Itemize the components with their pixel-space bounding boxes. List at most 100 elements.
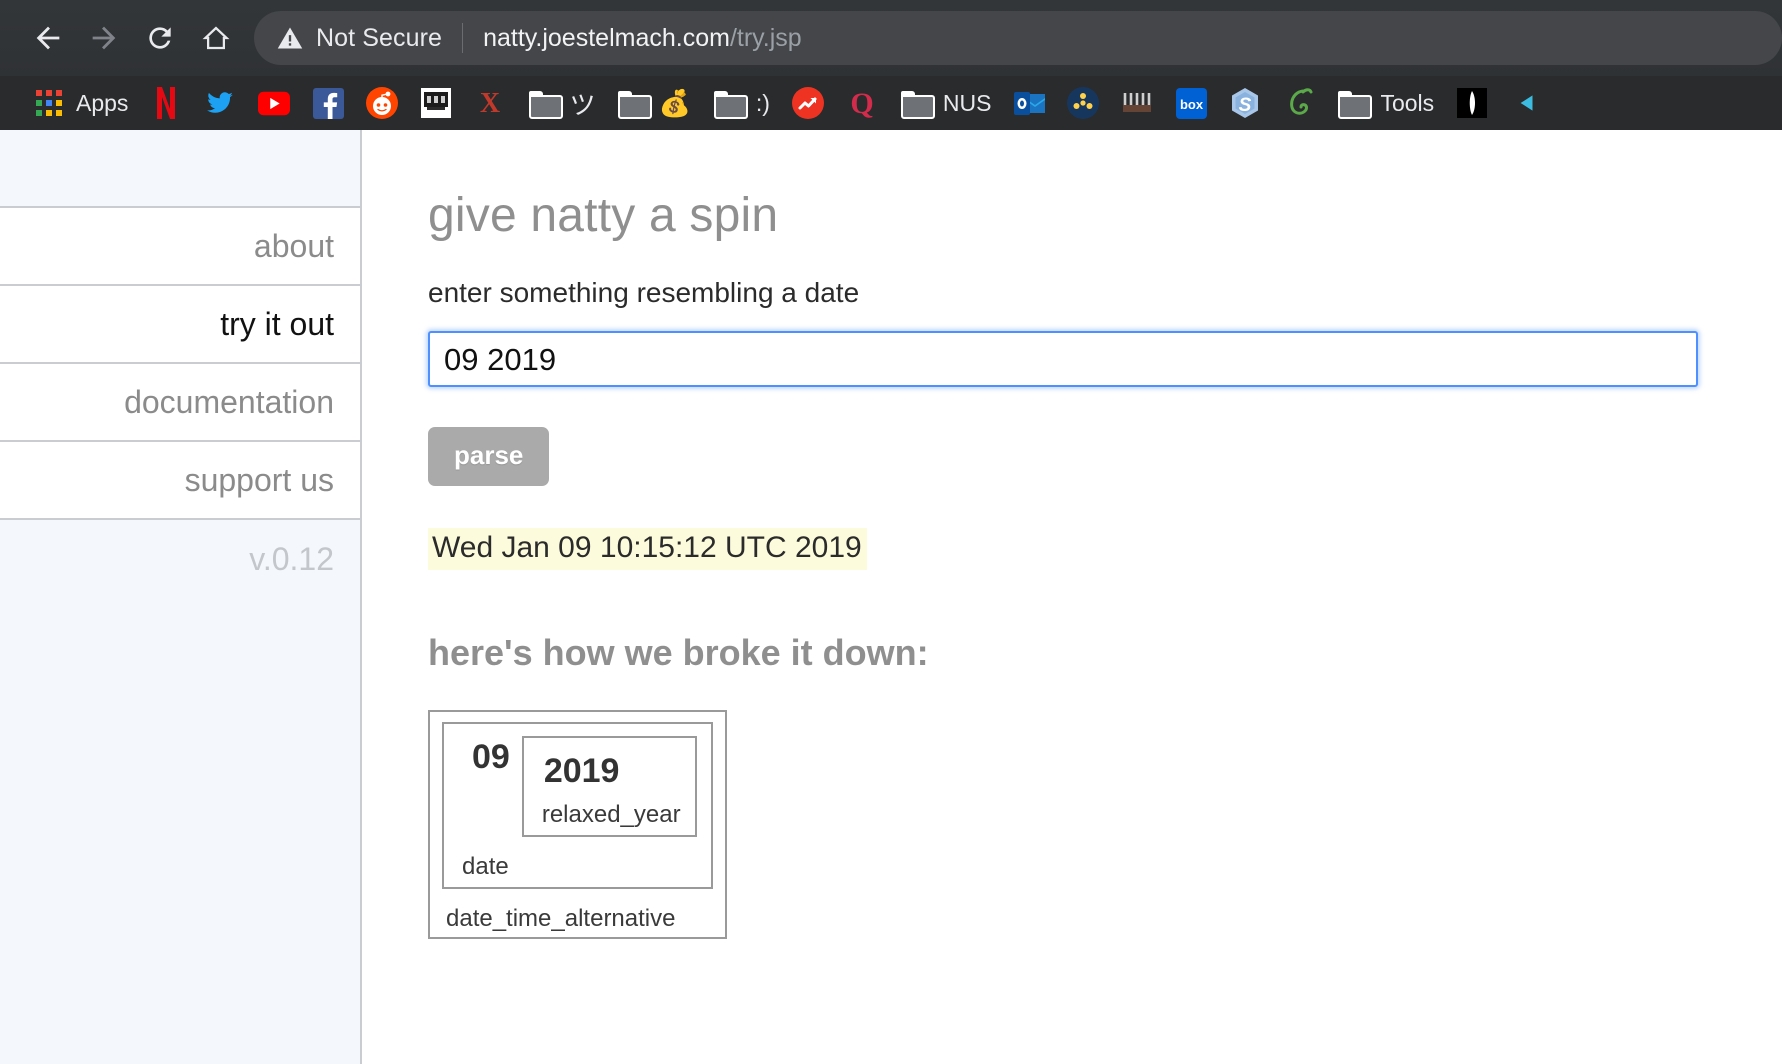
- main-content: give natty a spin enter something resemb…: [362, 130, 1782, 1064]
- address-bar[interactable]: Not Secure natty.joestelmach.com/try.jsp: [254, 11, 1782, 65]
- back-arrow-icon: [36, 26, 60, 50]
- home-icon: [202, 26, 230, 50]
- sidebar-top-spacer: [0, 130, 360, 208]
- bookmark-buzzfeed[interactable]: [781, 83, 835, 123]
- input-prompt-label: enter something resembling a date: [428, 277, 860, 308]
- forward-arrow-icon: [92, 26, 116, 50]
- evernote-icon: [1283, 87, 1315, 119]
- bookmark-dark-app[interactable]: [1445, 83, 1499, 123]
- bookmark-skype[interactable]: S: [1218, 83, 1272, 123]
- bookmark-folder-tsu[interactable]: ツ: [517, 83, 606, 123]
- tree-node-date: 09 2019 relaxed_year date: [442, 722, 713, 889]
- reload-button[interactable]: [132, 10, 188, 66]
- bookmark-label: NUS: [942, 89, 992, 116]
- url-host: natty.joestelmach.com: [483, 23, 730, 52]
- youtube-icon: [258, 87, 291, 119]
- bookmark-box[interactable]: box: [1164, 83, 1218, 123]
- omnibox-divider: [462, 23, 464, 53]
- x-letter-icon: X: [474, 87, 506, 119]
- warning-triangle-icon: [276, 24, 304, 52]
- sidebar-nav: about try it out documentation support u…: [0, 130, 362, 1064]
- tree-label-date: date: [462, 853, 509, 880]
- crescent-icon: [1456, 87, 1488, 119]
- quora-q-icon: Q: [846, 87, 878, 119]
- bookmark-youtube[interactable]: [247, 83, 301, 123]
- bookmark-label: Tools: [1380, 89, 1435, 116]
- folder-icon: [528, 87, 564, 119]
- sidebar-version-label: v.0.12: [0, 520, 360, 598]
- browser-chrome: Not Secure natty.joestelmach.com/try.jsp…: [0, 0, 1782, 130]
- bookmark-apps[interactable]: Apps: [22, 83, 139, 123]
- folder-icon: [617, 87, 653, 119]
- skype-icon: S: [1229, 87, 1261, 119]
- bookmark-facebook[interactable]: [301, 83, 355, 123]
- sidebar-item-label: try it out: [220, 305, 334, 342]
- svg-text:X: X: [480, 88, 500, 118]
- sidebar-filler: [0, 598, 360, 1064]
- folder-icon: [713, 87, 748, 119]
- tree-node-date-time-alternative: 09 2019 relaxed_year date date_time_alte…: [428, 710, 727, 939]
- bookmark-dots[interactable]: [1056, 83, 1110, 123]
- security-status-label: Not Secure: [316, 23, 443, 52]
- tree-label-date-time-alternative: date_time_alternative: [446, 905, 676, 932]
- bookmark-folder-smiley[interactable]: :): [702, 83, 781, 123]
- netflix-icon: [150, 87, 182, 119]
- bookmark-overflow[interactable]: [1499, 83, 1553, 123]
- bookmark-netflix[interactable]: [139, 83, 193, 123]
- svg-text:Q: Q: [850, 87, 873, 119]
- four-dots-icon: [1067, 87, 1100, 119]
- breakdown-title: here's how we broke it down:: [428, 632, 929, 673]
- bookmark-folder-money[interactable]: 💰: [606, 83, 701, 123]
- trending-arrow-icon: [791, 87, 824, 119]
- sidebar-item-documentation[interactable]: documentation: [0, 364, 360, 442]
- bookmark-label: :): [755, 89, 770, 116]
- sidebar-item-label: about: [253, 227, 334, 264]
- url-path: /try.jsp: [729, 23, 802, 52]
- facebook-icon: [312, 87, 344, 119]
- tree-token-year: 2019: [543, 752, 620, 790]
- mlb-icon: [1121, 87, 1153, 119]
- bookmark-reddit[interactable]: [355, 83, 409, 123]
- forward-button[interactable]: [76, 10, 132, 66]
- box-icon: box: [1175, 87, 1207, 119]
- sidebar-item-try-it-out[interactable]: try it out: [0, 286, 360, 364]
- bookmark-x-red[interactable]: X: [463, 83, 517, 123]
- tree-node-date-row: 09 2019 relaxed_year: [458, 736, 697, 837]
- svg-text:box: box: [1180, 97, 1204, 112]
- folder-icon: [900, 87, 935, 119]
- sidebar-item-support-us[interactable]: support us: [0, 442, 360, 520]
- bookmark-twitter[interactable]: [193, 83, 247, 123]
- bookmark-evernote[interactable]: [1272, 83, 1326, 123]
- tree-node-relaxed-year: 2019 relaxed_year: [521, 736, 697, 837]
- reload-icon: [149, 27, 171, 49]
- sidebar-item-about[interactable]: about: [0, 208, 360, 286]
- page-title: give natty a spin: [428, 189, 779, 242]
- date-input[interactable]: [428, 331, 1698, 387]
- home-button[interactable]: [188, 10, 244, 66]
- parse-tree: 09 2019 relaxed_year date date_time_alte…: [428, 710, 1782, 939]
- photo-icon: [420, 87, 452, 119]
- bookmark-outlook[interactable]: [1002, 83, 1056, 123]
- chevron-right-icon: [1510, 87, 1542, 119]
- bookmark-mlb[interactable]: [1110, 83, 1164, 123]
- folder-icon: [1337, 87, 1373, 119]
- twitter-icon: [204, 87, 236, 119]
- outlook-icon: [1013, 87, 1045, 119]
- parse-result: Wed Jan 09 10:15:12 UTC 2019: [428, 528, 867, 570]
- bookmark-quora[interactable]: Q: [835, 83, 889, 123]
- tree-token-day: 09: [472, 738, 510, 776]
- bookmark-folder-nus[interactable]: NUS: [889, 83, 1003, 123]
- bookmark-folder-tools[interactable]: Tools: [1326, 83, 1445, 123]
- parse-button[interactable]: parse: [428, 427, 550, 486]
- bookmark-label: ツ: [569, 89, 596, 120]
- browser-toolbar: Not Secure natty.joestelmach.com/try.jsp: [0, 0, 1782, 76]
- sidebar-item-label: documentation: [124, 383, 334, 420]
- bookmarks-bar: Apps X ツ 💰:) Q NUS box S Tools: [0, 76, 1782, 130]
- svg-text:S: S: [1239, 95, 1252, 116]
- bookmark-photo[interactable]: [409, 83, 463, 123]
- reddit-icon: [366, 87, 399, 119]
- page-content: about try it out documentation support u…: [0, 130, 1782, 1064]
- back-button[interactable]: [20, 10, 76, 66]
- tree-label-relaxed-year: relaxed_year: [541, 801, 681, 828]
- sidebar-item-label: support us: [184, 461, 334, 498]
